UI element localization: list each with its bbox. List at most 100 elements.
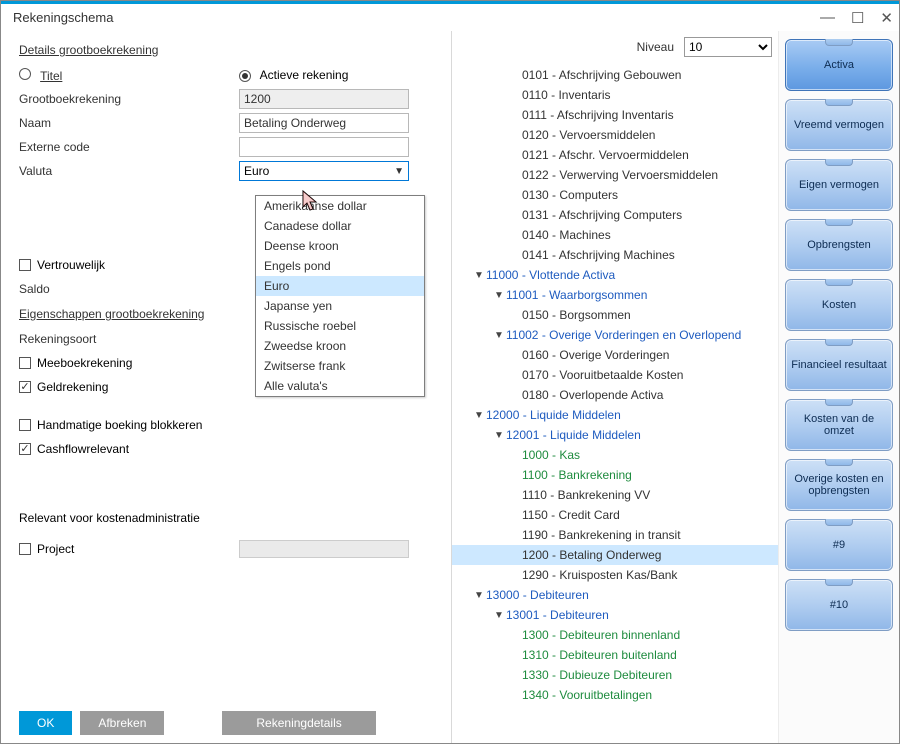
tree-node[interactable]: 0170 - Vooruitbetaalde Kosten — [452, 365, 778, 385]
category-tab[interactable]: #10 — [785, 579, 893, 631]
radio-actieve-label: Actieve rekening — [260, 68, 349, 82]
externe-code-label: Externe code — [19, 140, 239, 154]
externe-code-input[interactable] — [239, 137, 409, 157]
expand-icon[interactable]: ▼ — [472, 410, 486, 421]
check-handmatige-boeking[interactable] — [19, 419, 31, 431]
category-tab[interactable]: Vreemd vermogen — [785, 99, 893, 151]
tree-node[interactable]: ▼13001 - Debiteuren — [452, 605, 778, 625]
valuta-option[interactable]: Canadese dollar — [256, 216, 424, 236]
account-tree-panel: Niveau 10 0101 - Afschrijving Gebouwen01… — [451, 31, 779, 743]
radio-actieve[interactable] — [239, 70, 251, 82]
tree-node[interactable]: ▼11000 - Vlottende Activa — [452, 265, 778, 285]
tree-node-label: 0170 - Vooruitbetaalde Kosten — [522, 368, 683, 382]
check-geldrekening[interactable] — [19, 381, 31, 393]
tree-node-label: 11001 - Waarborgsommen — [506, 288, 647, 302]
category-tabs: Activa Vreemd vermogen Eigen vermogen Opbre… — [779, 31, 899, 743]
tree-node[interactable]: ▼11001 - Waarborgsommen — [452, 285, 778, 305]
valuta-option[interactable]: Russische roebel — [256, 316, 424, 336]
check-meeboekrekening[interactable] — [19, 357, 31, 369]
account-tree[interactable]: 0101 - Afschrijving Gebouwen0110 - Inven… — [452, 63, 778, 739]
tree-node[interactable]: ▼12001 - Liquide Middelen — [452, 425, 778, 445]
category-tab[interactable]: #9 — [785, 519, 893, 571]
tree-node[interactable]: 1300 - Debiteuren binnenland — [452, 625, 778, 645]
tree-node[interactable]: 0140 - Machines — [452, 225, 778, 245]
expand-icon[interactable]: ▼ — [492, 330, 506, 341]
tree-node[interactable]: 1100 - Bankrekening — [452, 465, 778, 485]
tree-node-label: 0130 - Computers — [522, 188, 618, 202]
section-details-header: Details grootboekrekening — [19, 43, 439, 57]
tree-node[interactable]: ▼11002 - Overige Vorderingen en Overlope… — [452, 325, 778, 345]
tree-node-label: 0111 - Afschrijving Inventaris — [522, 108, 674, 122]
category-tab[interactable]: Financieel resultaat — [785, 339, 893, 391]
tree-node[interactable]: 1290 - Kruisposten Kas/Bank — [452, 565, 778, 585]
tree-node[interactable]: 1200 - Betaling Onderweg — [452, 545, 778, 565]
tree-node[interactable]: 0120 - Vervoersmiddelen — [452, 125, 778, 145]
valuta-option[interactable]: Engels pond — [256, 256, 424, 276]
valuta-option[interactable]: Zweedse kroon — [256, 336, 424, 356]
tree-node[interactable]: 0160 - Overige Vorderingen — [452, 345, 778, 365]
tree-node-label: 1290 - Kruisposten Kas/Bank — [522, 568, 677, 582]
valuta-option[interactable]: Japanse yen — [256, 296, 424, 316]
tree-node-label: 0180 - Overlopende Activa — [522, 388, 663, 402]
category-tab[interactable]: Activa — [785, 39, 893, 91]
check-cashflowrelevant[interactable] — [19, 443, 31, 455]
tree-node[interactable]: 0130 - Computers — [452, 185, 778, 205]
tree-node-label: 13000 - Debiteuren — [486, 588, 589, 602]
tree-node[interactable]: 1110 - Bankrekening VV — [452, 485, 778, 505]
valuta-dropdown[interactable]: Euro ▼ — [239, 161, 409, 181]
expand-icon[interactable]: ▼ — [472, 270, 486, 281]
expand-icon[interactable]: ▼ — [472, 590, 486, 601]
maximize-icon[interactable]: ☐ — [851, 9, 864, 27]
tree-node[interactable]: 0111 - Afschrijving Inventaris — [452, 105, 778, 125]
valuta-value: Euro — [244, 164, 269, 178]
tree-node-label: 1100 - Bankrekening — [522, 468, 632, 482]
check-vertrouwelijk[interactable] — [19, 259, 31, 271]
valuta-option[interactable]: Euro — [256, 276, 424, 296]
cancel-button[interactable]: Afbreken — [80, 711, 164, 735]
tree-node[interactable]: 1150 - Credit Card — [452, 505, 778, 525]
valuta-option[interactable]: Deense kroon — [256, 236, 424, 256]
category-tab[interactable]: Kosten — [785, 279, 893, 331]
tree-node[interactable]: 0101 - Afschrijving Gebouwen — [452, 65, 778, 85]
niveau-select[interactable]: 10 — [684, 37, 772, 57]
radio-titel-label: Titel — [40, 69, 62, 83]
valuta-option[interactable]: Zwitserse frank — [256, 356, 424, 376]
expand-icon[interactable]: ▼ — [492, 430, 506, 441]
tree-node-label: 0160 - Overige Vorderingen — [522, 348, 669, 362]
tree-node[interactable]: ▼13000 - Debiteuren — [452, 585, 778, 605]
tree-node[interactable]: 0110 - Inventaris — [452, 85, 778, 105]
valuta-dropdown-list[interactable]: Amerikaanse dollarCanadese dollarDeense … — [255, 195, 425, 397]
valuta-option[interactable]: Alle valuta's — [256, 376, 424, 396]
ok-button[interactable]: OK — [19, 711, 72, 735]
tree-node[interactable]: 0131 - Afschrijving Computers — [452, 205, 778, 225]
tree-node[interactable]: 0122 - Verwerving Vervoersmiddelen — [452, 165, 778, 185]
category-tab[interactable]: Opbrengsten — [785, 219, 893, 271]
valuta-option[interactable]: Amerikaanse dollar — [256, 196, 424, 216]
rekeningdetails-button[interactable]: Rekeningdetails — [222, 711, 375, 735]
valuta-label: Valuta — [19, 164, 239, 178]
grootboekrekening-input[interactable] — [239, 89, 409, 109]
tree-node[interactable]: 1000 - Kas — [452, 445, 778, 465]
category-tab[interactable]: Overige kosten en opbrengsten — [785, 459, 893, 511]
naam-input[interactable] — [239, 113, 409, 133]
tree-node[interactable]: 0141 - Afschrijving Machines — [452, 245, 778, 265]
close-icon[interactable]: ✕ — [880, 9, 893, 27]
tree-node[interactable]: ▼12000 - Liquide Middelen — [452, 405, 778, 425]
details-form: Details grootboekrekening Titel Actieve … — [1, 31, 451, 743]
tree-node[interactable]: 1340 - Vooruitbetalingen — [452, 685, 778, 705]
tree-node-label: 1300 - Debiteuren binnenland — [522, 628, 680, 642]
category-tab[interactable]: Kosten van de omzet — [785, 399, 893, 451]
tree-node[interactable]: 1310 - Debiteuren buitenland — [452, 645, 778, 665]
category-tab[interactable]: Eigen vermogen — [785, 159, 893, 211]
expand-icon[interactable]: ▼ — [492, 290, 506, 301]
tree-node[interactable]: 1330 - Dubieuze Debiteuren — [452, 665, 778, 685]
check-project[interactable] — [19, 543, 31, 555]
tree-node-label: 0141 - Afschrijving Machines — [522, 248, 675, 262]
tree-node[interactable]: 0150 - Borgsommen — [452, 305, 778, 325]
tree-node[interactable]: 0180 - Overlopende Activa — [452, 385, 778, 405]
radio-titel[interactable] — [19, 68, 31, 80]
tree-node[interactable]: 1190 - Bankrekening in transit — [452, 525, 778, 545]
expand-icon[interactable]: ▼ — [492, 610, 506, 621]
tree-node[interactable]: 0121 - Afschr. Vervoermiddelen — [452, 145, 778, 165]
minimize-icon[interactable]: — — [820, 9, 835, 26]
